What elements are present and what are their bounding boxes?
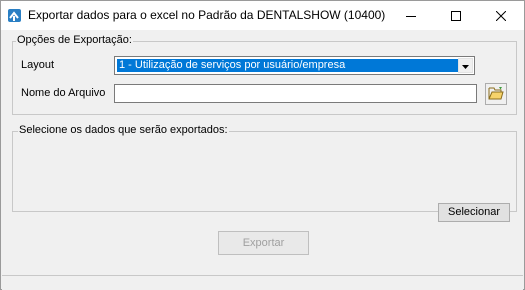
close-button[interactable] [478, 1, 523, 30]
app-arrow-icon [7, 8, 22, 23]
export-button[interactable]: Exportar [218, 231, 309, 255]
export-options-group [12, 41, 517, 115]
data-selection-label: Selecione os dados que serão exportados: [18, 124, 229, 136]
chevron-down-icon [462, 60, 469, 72]
minimize-icon [405, 11, 416, 21]
export-dialog-window: Exportar dados para o excel no Padrão da… [0, 0, 525, 290]
filename-input[interactable] [114, 84, 477, 103]
export-options-label: Opções de Exportação: [16, 34, 133, 46]
select-button[interactable]: Selecionar [438, 203, 510, 222]
close-icon [495, 10, 506, 21]
minimize-button[interactable] [388, 1, 433, 30]
layout-selected-value: 1 - Utilização de serviços por usuário/e… [117, 59, 458, 72]
status-bar [2, 275, 523, 290]
layout-select[interactable]: 1 - Utilização de serviços por usuário/e… [114, 56, 475, 75]
maximize-icon [450, 10, 461, 21]
window-title: Exportar dados para o excel no Padrão da… [28, 8, 386, 22]
data-selection-group [12, 131, 517, 212]
maximize-button[interactable] [433, 1, 478, 30]
filename-label: Nome do Arquivo [21, 87, 106, 99]
layout-label: Layout [21, 59, 55, 71]
browse-folder-button[interactable] [485, 83, 507, 105]
title-bar[interactable]: Exportar dados para o excel no Padrão da… [1, 1, 524, 30]
layout-dropdown-button[interactable] [458, 58, 473, 73]
folder-open-icon [488, 86, 504, 103]
